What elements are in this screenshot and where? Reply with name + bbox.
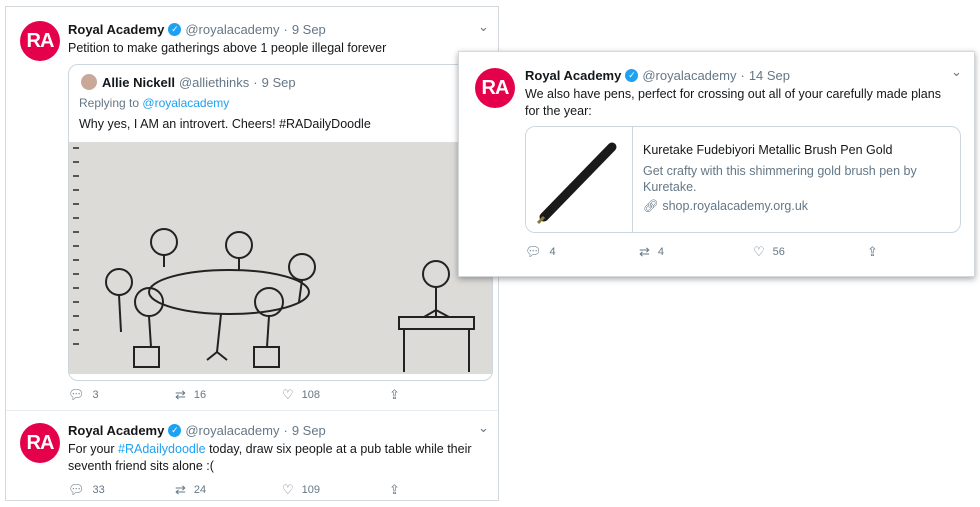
quote-text: Why yes, I AM an introvert. Cheers! #RAD… <box>79 117 371 131</box>
retweet-count: 4 <box>657 246 665 258</box>
tweet-petition[interactable]: RA Royal Academy ✓ @royalacademy · 9 Sep… <box>6 7 498 410</box>
retweet-button[interactable]: ⇄ 24 <box>175 482 282 498</box>
right-screenshot-card: RA Royal Academy ✓ @royalacademy · 14 Se… <box>458 51 975 277</box>
tweet-text: We also have pens, perfect for crossing … <box>525 87 941 118</box>
retweet-button[interactable]: ⇄ 4 <box>639 244 753 260</box>
like-count: 108 <box>301 389 321 401</box>
like-button[interactable]: ♡ 108 <box>282 387 389 403</box>
quote-header: Allie Nickell @alliethinks · 9 Sep <box>81 74 296 90</box>
tweet-daily-doodle[interactable]: RA Royal Academy ✓ @royalacademy · 9 Sep… <box>6 411 498 501</box>
quote-author-handle: @alliethinks <box>178 74 250 90</box>
author-handle[interactable]: @royalacademy <box>185 423 279 438</box>
verified-icon: ✓ <box>625 69 639 82</box>
product-image <box>526 127 633 232</box>
chevron-down-icon[interactable]: ⌄ <box>478 19 489 35</box>
retweet-count: 16 <box>193 389 207 401</box>
author-name[interactable]: Royal Academy <box>68 423 164 438</box>
separator: · <box>740 68 745 83</box>
separator: · <box>253 74 258 90</box>
like-icon: ♡ <box>282 482 294 497</box>
reply-button[interactable]: 💬︎ 3 <box>68 387 175 403</box>
verified-icon: ✓ <box>168 23 182 36</box>
verified-icon: ✓ <box>168 424 182 437</box>
avatar[interactable]: RA <box>20 21 60 61</box>
share-icon: ⇪ <box>389 387 400 402</box>
quoted-tweet[interactable]: Allie Nickell @alliethinks · 9 Sep Reply… <box>68 64 493 381</box>
avatar[interactable]: RA <box>475 68 515 108</box>
share-icon: ⇪ <box>389 482 400 497</box>
reply-count: 4 <box>549 246 556 258</box>
like-count: 109 <box>301 484 321 496</box>
link-url-row: 🔗︎ shop.royalacademy.org.uk <box>643 199 950 214</box>
tweet-header: Royal Academy ✓ @royalacademy · 9 Sep <box>68 423 326 438</box>
replying-handle[interactable]: @royalacademy <box>142 96 229 110</box>
reply-count: 33 <box>92 484 105 496</box>
like-icon: ♡ <box>282 387 294 402</box>
tweet-date[interactable]: 9 Sep <box>292 423 326 438</box>
stick-figure-drawing <box>69 142 492 374</box>
reply-button[interactable]: 💬︎ 4 <box>525 244 639 260</box>
separator: · <box>283 423 288 438</box>
share-icon: ⇪ <box>867 244 878 259</box>
link-url: shop.royalacademy.org.uk <box>662 199 809 213</box>
avatar[interactable]: RA <box>20 423 60 463</box>
link-title: Kuretake Fudebiyori Metallic Brush Pen G… <box>643 143 893 157</box>
like-button[interactable]: ♡ 56 <box>753 244 867 260</box>
quote-date: 9 Sep <box>261 74 296 90</box>
quote-avatar <box>81 74 97 90</box>
tweet-date[interactable]: 14 Sep <box>749 68 790 83</box>
tweet-header: Royal Academy ✓ @royalacademy · 9 Sep <box>68 22 326 37</box>
tweet-actions: 💬︎ 33 ⇄ 24 ♡ 109 ⇪ <box>68 482 408 498</box>
separator: · <box>283 22 288 37</box>
author-handle[interactable]: @royalacademy <box>642 68 736 83</box>
author-handle[interactable]: @royalacademy <box>185 22 279 37</box>
doodle-image[interactable] <box>69 142 492 374</box>
link-preview-body: Kuretake Fudebiyori Metallic Brush Pen G… <box>633 127 960 232</box>
text-part: For your <box>68 442 115 456</box>
quote-author-name: Allie Nickell <box>102 74 175 90</box>
reply-icon: 💬︎ <box>68 387 85 402</box>
reply-icon: 💬︎ <box>68 482 85 497</box>
tweet-text: For your #RAdailydoodle today, draw six … <box>68 441 473 475</box>
link-icon: 🔗︎ <box>643 199 659 213</box>
tweet-header: Royal Academy ✓ @royalacademy · 14 Sep <box>525 68 790 83</box>
retweet-icon: ⇄ <box>175 387 186 402</box>
replying-to: Replying to @royalacademy <box>79 96 229 110</box>
author-name[interactable]: Royal Academy <box>68 22 164 37</box>
tweet-pens[interactable]: RA Royal Academy ✓ @royalacademy · 14 Se… <box>459 52 974 278</box>
chevron-down-icon[interactable]: ⌄ <box>951 64 962 80</box>
share-button[interactable]: ⇪ <box>389 482 408 498</box>
retweet-icon: ⇄ <box>639 244 650 259</box>
hashtag-link[interactable]: #RAdailydoodle <box>118 442 206 456</box>
reply-count: 3 <box>92 389 99 401</box>
share-button[interactable]: ⇪ <box>389 387 408 403</box>
retweet-button[interactable]: ⇄ 16 <box>175 387 282 403</box>
retweet-icon: ⇄ <box>175 482 186 497</box>
link-description: Get crafty with this shimmering gold bru… <box>643 164 917 194</box>
reply-icon: 💬︎ <box>525 244 542 259</box>
like-button[interactable]: ♡ 109 <box>282 482 389 498</box>
retweet-count: 24 <box>193 484 207 496</box>
left-screenshot-card: RA Royal Academy ✓ @royalacademy · 9 Sep… <box>5 6 499 501</box>
tweet-text: Petition to make gatherings above 1 peop… <box>68 41 387 55</box>
tweet-actions: 💬︎ 3 ⇄ 16 ♡ 108 ⇪ <box>68 387 408 403</box>
reply-button[interactable]: 💬︎ 33 <box>68 482 175 498</box>
like-count: 56 <box>772 246 785 258</box>
share-button[interactable]: ⇪ <box>867 244 886 260</box>
brush-pen-image <box>536 142 617 225</box>
tweet-date[interactable]: 9 Sep <box>292 22 326 37</box>
like-icon: ♡ <box>753 244 765 259</box>
tweet-actions: 💬︎ 4 ⇄ 4 ♡ 56 ⇪ <box>525 244 886 260</box>
chevron-down-icon[interactable]: ⌄ <box>478 420 489 436</box>
author-name[interactable]: Royal Academy <box>525 68 621 83</box>
link-preview-card[interactable]: Kuretake Fudebiyori Metallic Brush Pen G… <box>525 126 961 233</box>
replying-label: Replying to <box>79 96 140 110</box>
